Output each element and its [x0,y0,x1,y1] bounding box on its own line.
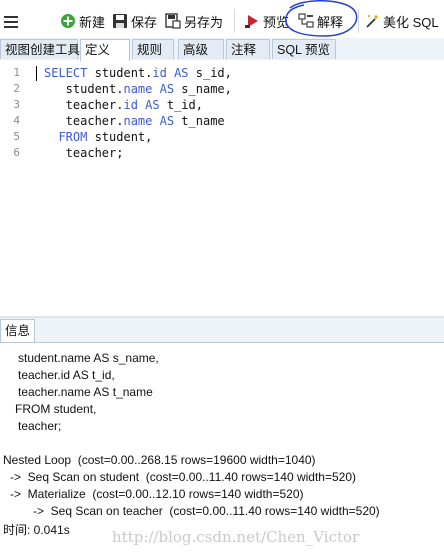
info-tab-bar: 信息 [0,318,444,343]
sql-keyword: name [123,114,153,128]
execution-time: 时间: 0.041s [3,523,70,537]
query-echo-line: FROM student, [15,402,97,416]
sql-keyword: AS [159,82,175,96]
save-as-label: 另存为 [184,14,224,30]
new-icon [60,13,76,29]
beautify-sql-button[interactable]: 美化 SQL [364,11,439,31]
text-caret [36,66,37,81]
code-line: teacher.id AS t_id, [44,98,203,112]
tab-sql-preview[interactable]: SQL 预览 [272,39,336,59]
code-line: FROM student, [58,130,153,144]
line-number: 3 [13,98,20,111]
tab-info[interactable]: 信息 [0,319,36,342]
beautify-label: 美化 SQL [383,14,439,30]
plan-line: Nested Loop (cost=0.00..268.15 rows=1960… [3,453,316,467]
save-as-button[interactable]: 另存为 [165,11,223,31]
save-icon [112,13,128,29]
code-line: teacher; [44,146,124,160]
menu-button[interactable] [4,12,18,32]
line-number: 5 [13,130,20,143]
plan-line: -> Materialize (cost=0.00..12.10 rows=14… [10,487,304,501]
query-echo-line: teacher.id AS t_id, [18,368,115,382]
menu-icon [4,16,18,28]
code-line: SELECT student.id AS s_id, [44,66,232,80]
sql-keyword: AS [174,66,189,80]
save-as-icon [165,13,181,29]
preview-icon [244,13,260,29]
code-line: teacher.name AS t_name [44,114,225,128]
sql-editor[interactable]: 1 2 3 4 5 6 SELECT student.id AS s_id, s… [0,60,444,316]
line-number: 2 [13,82,20,95]
tab-advanced[interactable]: 高级 [178,39,224,59]
sql-keyword: SELECT [44,66,88,80]
plan-line: -> Seq Scan on student (cost=0.00..11.40… [10,470,357,484]
code-line: student.name AS s_name, [44,82,232,96]
line-number: 1 [13,66,20,79]
query-echo-line: teacher; [18,419,62,433]
line-number: 6 [13,146,20,159]
toolbar: 新建 保存 另存为 预览 解释 美化 SQL [0,0,444,38]
annotation-circle [285,0,358,37]
sql-keyword: AS [159,114,175,128]
line-number: 4 [13,114,20,127]
toolbar-divider [234,9,235,33]
plan-line: -> Seq Scan on teacher (cost=0.00..11.40… [33,504,380,518]
query-echo-line: student.name AS s_name, [18,351,159,365]
new-button[interactable]: 新建 [60,11,105,31]
object-tab-bar: 视图创建工具 定义 规则 高级 注释 SQL 预览 [0,38,444,61]
sql-keyword: name [123,82,153,96]
query-echo-line: teacher.name AS t_name [18,385,153,399]
sql-keyword: AS [145,98,160,112]
tab-view-builder[interactable]: 视图创建工具 [0,39,80,59]
new-label: 新建 [79,14,106,30]
tab-comment[interactable]: 注释 [226,39,270,59]
sql-keyword: id [123,98,138,112]
beautify-icon [364,13,380,29]
tab-rules[interactable]: 规则 [132,39,174,59]
tab-definition[interactable]: 定义 [80,39,130,61]
watermark: http://blog.csdn.net/Chen_Victor [112,528,360,546]
sql-keyword: FROM [58,130,88,144]
info-output: student.name AS s_name, teacher.id AS t_… [0,343,444,558]
save-button[interactable]: 保存 [112,11,157,31]
save-label: 保存 [131,14,158,30]
sql-keyword: id [152,66,167,80]
